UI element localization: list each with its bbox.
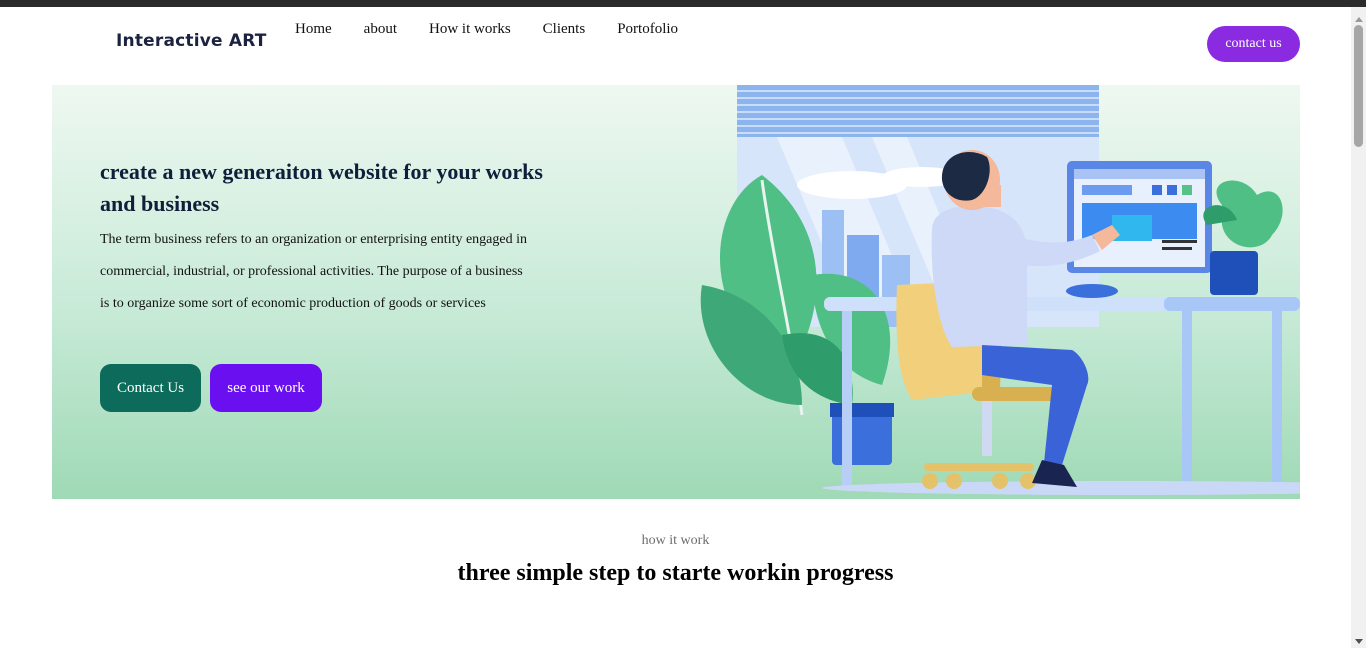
nav-item-how-it-works[interactable]: How it works [429,21,511,38]
nav-item-about[interactable]: about [364,21,397,38]
hero-contact-button[interactable]: Contact Us [100,364,201,412]
nav-item-clients[interactable]: Clients [543,21,586,38]
section-title: three simple step to starte workin progr… [457,560,894,586]
small-plant-graphic [1203,180,1283,295]
see-our-work-button[interactable]: see our work [210,364,322,412]
nav-item-home[interactable]: Home [295,21,332,38]
nav-item-portfolio[interactable]: Portofolio [617,21,678,38]
scrollbar-thumb[interactable] [1354,25,1363,147]
page-scrollbar[interactable] [1351,7,1366,648]
hero-description: The term business refers to an organizat… [100,232,527,311]
hero-section: create a new generaiton website for your… [52,85,1300,499]
site-logo[interactable]: Interactive ART [116,31,267,51]
person-at-desk-illustration [700,85,1300,495]
main-nav: Home about How it works Clients Portofol… [295,21,678,38]
browser-top-bar [0,0,1366,7]
scroll-down-icon[interactable] [1355,639,1363,644]
section-subtitle: how it work [641,533,710,548]
scroll-up-icon[interactable] [1355,17,1363,22]
contact-us-button[interactable]: contact us [1207,26,1300,62]
hero-title: create a new generaiton website for your… [100,159,543,216]
